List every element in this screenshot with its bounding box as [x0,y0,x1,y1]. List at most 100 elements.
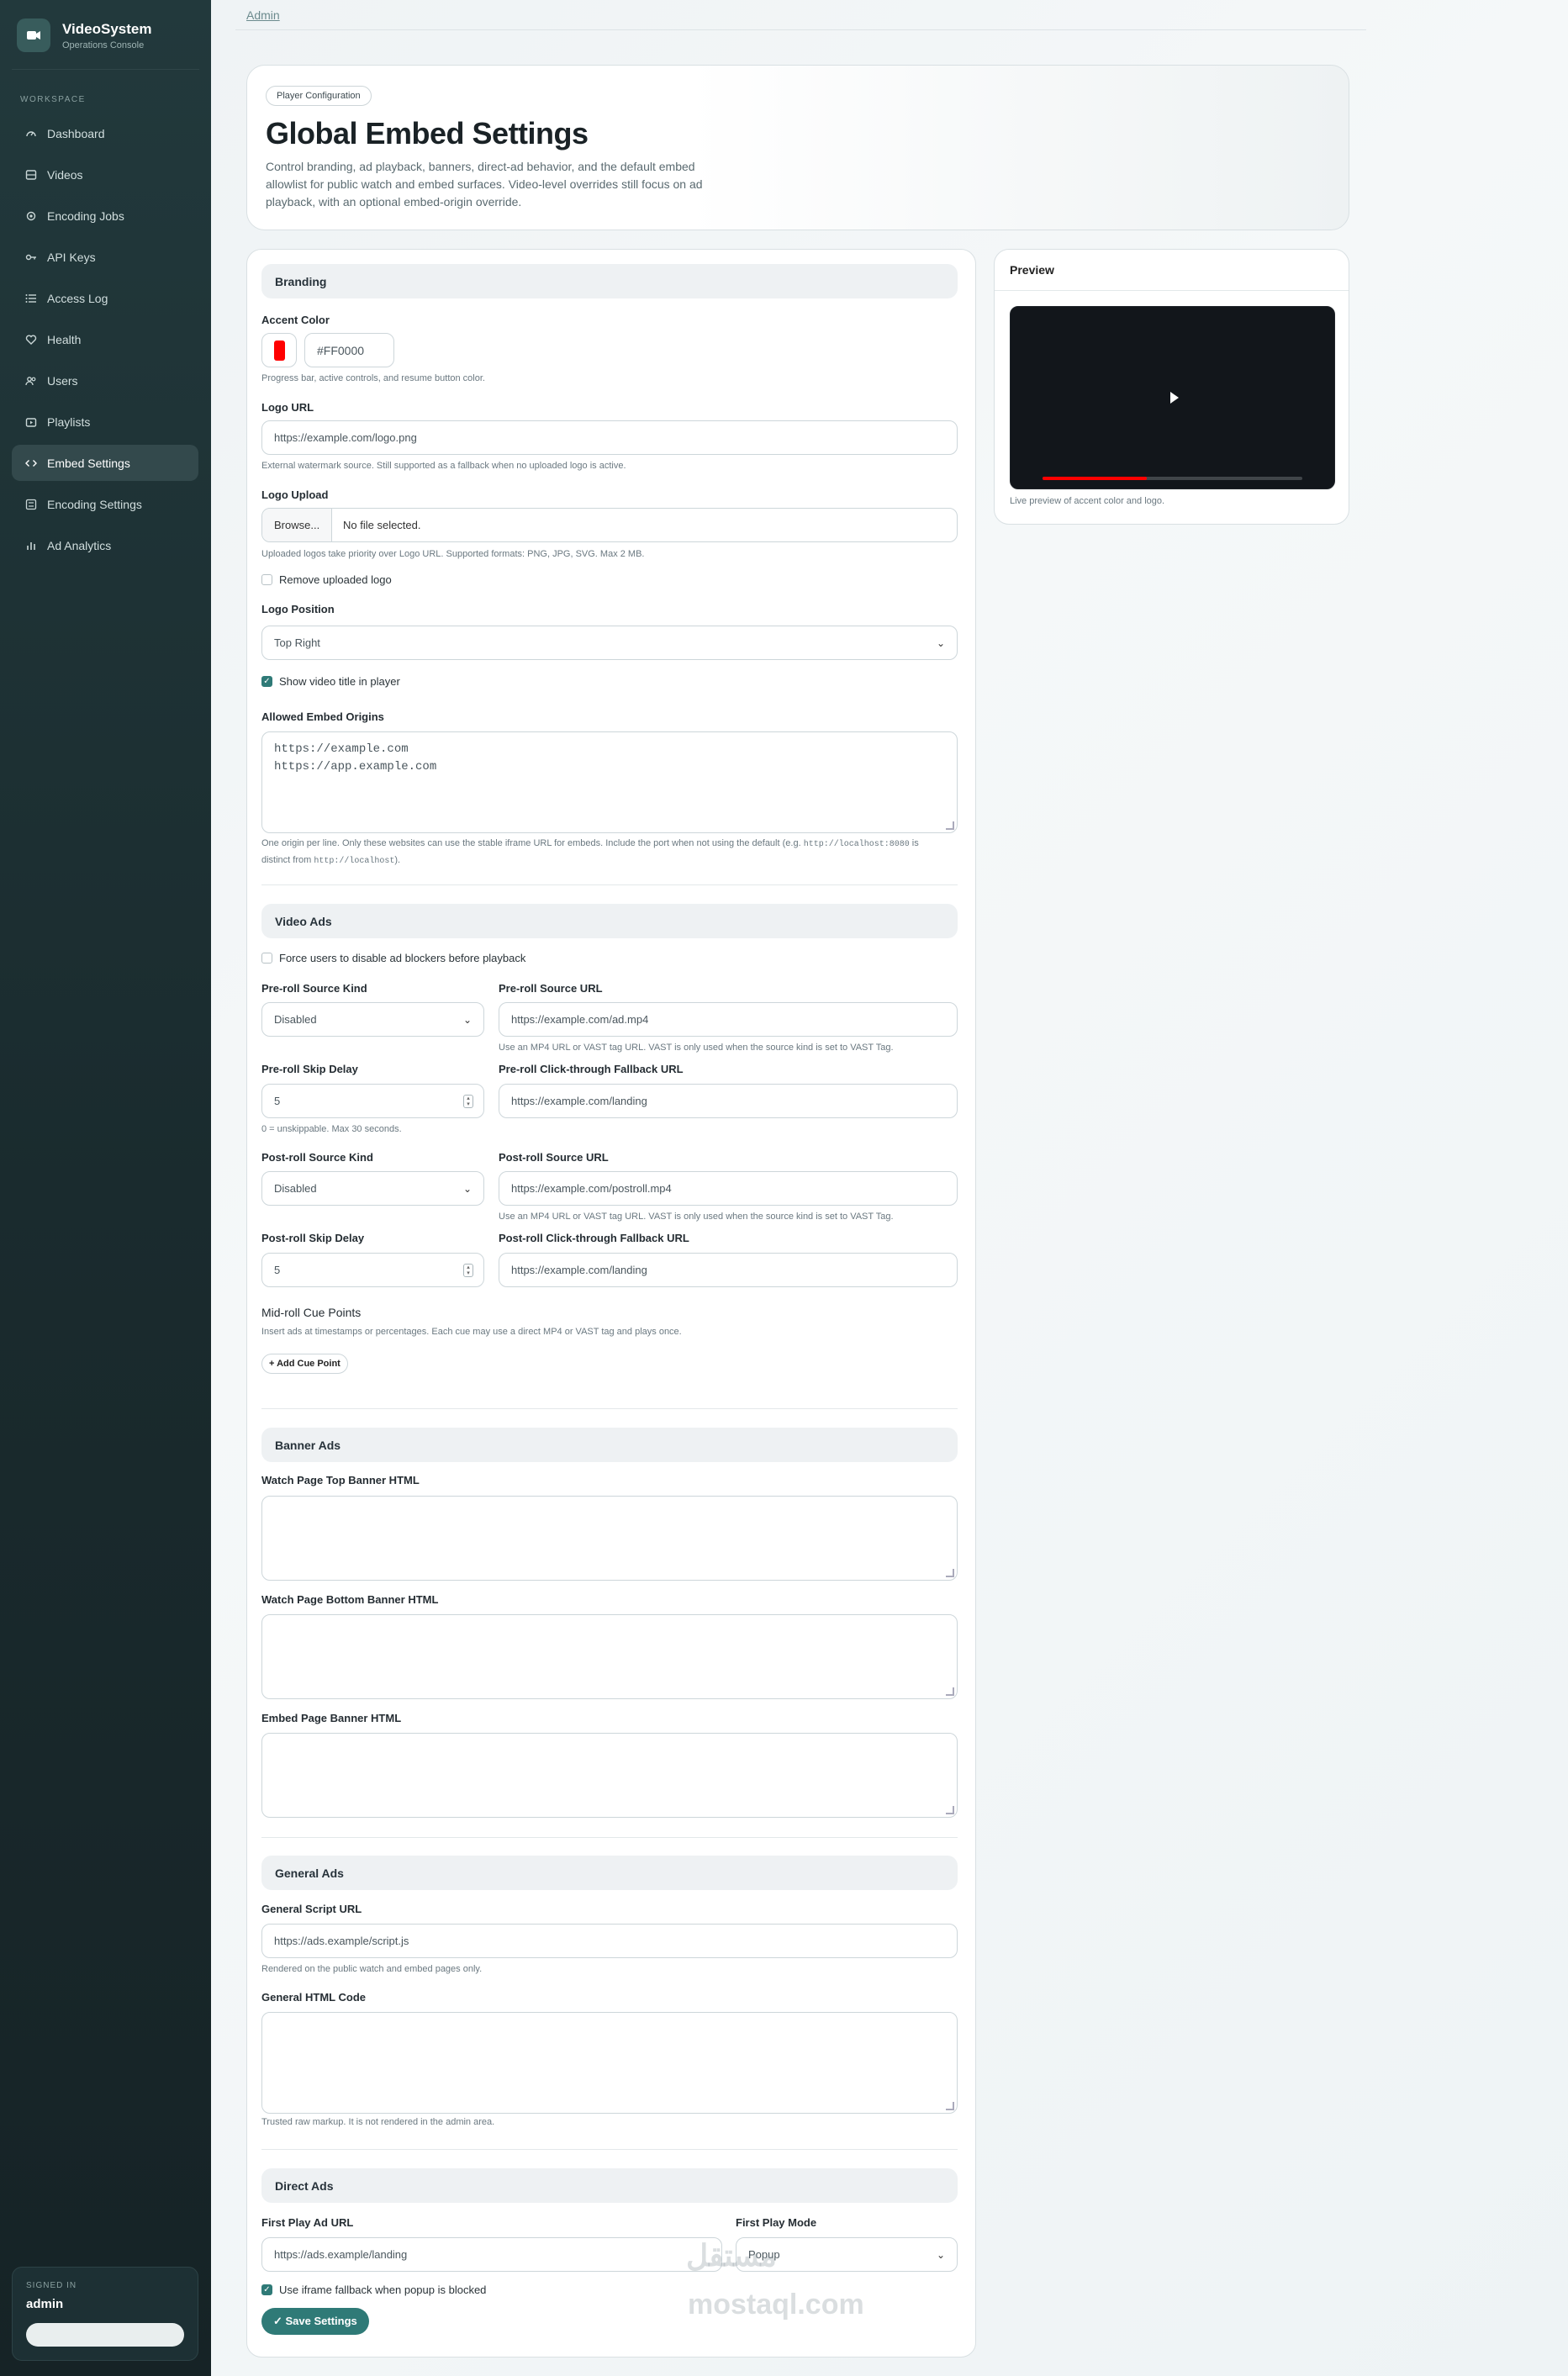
sidebar-item-encoding-settings[interactable]: Encoding Settings [12,486,198,522]
signed-in-box: SIGNED IN admin [12,2267,198,2361]
spinner-icon[interactable]: ▴ ▾ [463,1095,473,1108]
origins-help-text: One origin per line. Only these websites… [261,838,804,848]
top-banner-textarea[interactable] [261,1496,958,1581]
signed-in-label: SIGNED IN [26,2281,77,2290]
origins-label: Allowed Embed Origins [261,710,384,723]
preview-divider [995,290,1349,291]
heart-icon [25,334,37,346]
logout-button[interactable] [26,2323,184,2347]
breadcrumb[interactable]: Admin [246,8,280,22]
logo-url-input[interactable]: https://example.com/logo.png [261,420,958,455]
postroll-click-label: Post-roll Click-through Fallback URL [499,1232,689,1244]
sidebar-item-health[interactable]: Health [12,321,198,357]
browse-button[interactable]: Browse... [262,509,332,541]
key-icon [25,251,37,263]
sidebar-item-embed-settings[interactable]: Embed Settings [12,445,198,481]
section-video-ads: Video Ads [261,904,958,938]
section-branding: Branding [261,264,958,298]
header-divider [235,29,1366,30]
remove-logo-checkbox[interactable]: Remove uploaded logo [261,573,392,586]
sidebar-nav: Dashboard Videos Encoding Jobs API Keys … [12,115,198,568]
checkbox-box[interactable] [261,953,272,964]
postroll-url-input[interactable]: https://example.com/postroll.mp4 [499,1171,958,1206]
watermark-arabic: مستقل [686,2238,777,2273]
signed-in-user: admin [26,2297,64,2311]
page-title: Global Embed Settings [266,116,589,150]
iframe-fallback-label: Use iframe fallback when popup is blocke… [279,2284,487,2296]
add-cue-point-button[interactable]: + Add Cue Point [261,1354,348,1374]
sidebar-item-label: Health [47,332,82,346]
preroll-click-input[interactable]: https://example.com/landing [499,1084,958,1118]
watermark-latin: mostaql.com [688,2289,864,2321]
sidebar-item-label: Playlists [47,414,91,429]
general-script-input[interactable]: https://ads.example/script.js [261,1924,958,1958]
show-title-checkbox[interactable]: ✓ Show video title in player [261,675,400,688]
checkbox-checked[interactable]: ✓ [261,676,272,687]
logo-upload-label: Logo Upload [261,488,329,501]
progress-track[interactable] [1043,477,1302,480]
hero-card: Player Configuration Global Embed Settin… [246,65,1349,230]
postroll-kind-select[interactable]: Disabled ⌄ [261,1171,484,1206]
embed-banner-textarea[interactable] [261,1733,958,1818]
sidebar-item-users[interactable]: Users [12,362,198,399]
preview-help: Live preview of accent color and logo. [1010,496,1165,506]
first-play-url-input[interactable]: https://ads.example/landing [261,2237,722,2272]
logo-upload-input[interactable]: Browse... No file selected. [261,508,958,542]
section-pill: Player Configuration [266,86,372,106]
sidebar-item-label: Ad Analytics [47,538,112,552]
bottom-banner-textarea[interactable] [261,1614,958,1699]
sidebar-item-dashboard[interactable]: Dashboard [12,115,198,151]
general-html-textarea[interactable] [261,2012,958,2114]
origins-textarea[interactable]: https://example.com https://app.example.… [261,731,958,833]
no-file-text: No file selected. [343,519,421,531]
postroll-click-input[interactable]: https://example.com/landing [499,1253,958,1287]
sidebar-item-videos[interactable]: Videos [12,156,198,193]
logo-position-select[interactable]: Top Right ⌄ [261,626,958,660]
video-player-preview[interactable] [1010,306,1335,489]
logo-url-help: External watermark source. Still support… [261,461,626,471]
iframe-fallback-checkbox[interactable]: ✓ Use iframe fallback when popup is bloc… [261,2284,486,2296]
preroll-click-label: Pre-roll Click-through Fallback URL [499,1063,684,1075]
sidebar-item-label: Access Log [47,291,108,305]
preroll-url-label: Pre-roll Source URL [499,982,603,995]
chevron-down-icon: ⌄ [462,1183,472,1195]
midroll-help: Insert ads at timestamps or percentages.… [261,1327,682,1337]
sliders-icon [25,499,37,510]
sidebar-item-access-log[interactable]: Access Log [12,280,198,316]
checkbox-checked[interactable]: ✓ [261,2284,272,2295]
code-icon [25,457,37,469]
bottom-banner-label: Watch Page Bottom Banner HTML [261,1593,439,1606]
sidebar-item-ad-analytics[interactable]: Ad Analytics [12,527,198,563]
section-general-ads: General Ads [261,1856,958,1890]
video-camera-icon [17,18,50,52]
embed-banner-label: Embed Page Banner HTML [261,1712,402,1724]
general-html-help: Trusted raw markup. It is not rendered i… [261,2117,495,2127]
chevron-down-icon: ⌄ [462,1014,472,1026]
accent-color-input[interactable]: #FF0000 [304,333,394,367]
save-settings-button[interactable]: ✓ Save Settings [261,2308,369,2335]
accent-help: Progress bar, active controls, and resum… [261,373,485,383]
preroll-url-input[interactable]: https://example.com/ad.mp4 [499,1002,958,1037]
play-icon[interactable] [1170,392,1179,404]
logo-position-label: Logo Position [261,603,335,615]
film-icon [25,169,37,181]
show-title-label: Show video title in player [279,675,400,688]
checkbox-box[interactable] [261,574,272,585]
spinner-icon[interactable]: ▴ ▾ [463,1264,473,1277]
postroll-skip-input[interactable]: 5 ▴ ▾ [261,1253,484,1287]
section-divider [261,2149,958,2150]
sidebar-item-encoding-jobs[interactable]: Encoding Jobs [12,198,198,234]
origins-help-text: ). [394,855,401,865]
app-title: VideoSystem [62,20,152,37]
accent-color-picker[interactable] [261,333,297,367]
force-adblock-checkbox[interactable]: Force users to disable ad blockers befor… [261,952,525,964]
brand[interactable]: VideoSystem Operations Console [17,18,151,52]
origins-help-code: http://localhost [314,857,395,866]
postroll-url-label: Post-roll Source URL [499,1151,609,1164]
chevron-down-icon: ⌄ [936,637,945,649]
sidebar-item-api-keys[interactable]: API Keys [12,239,198,275]
preroll-kind-select[interactable]: Disabled ⌄ [261,1002,484,1037]
users-icon [25,375,37,387]
sidebar-item-playlists[interactable]: Playlists [12,404,198,440]
preroll-skip-input[interactable]: 5 ▴ ▾ [261,1084,484,1118]
